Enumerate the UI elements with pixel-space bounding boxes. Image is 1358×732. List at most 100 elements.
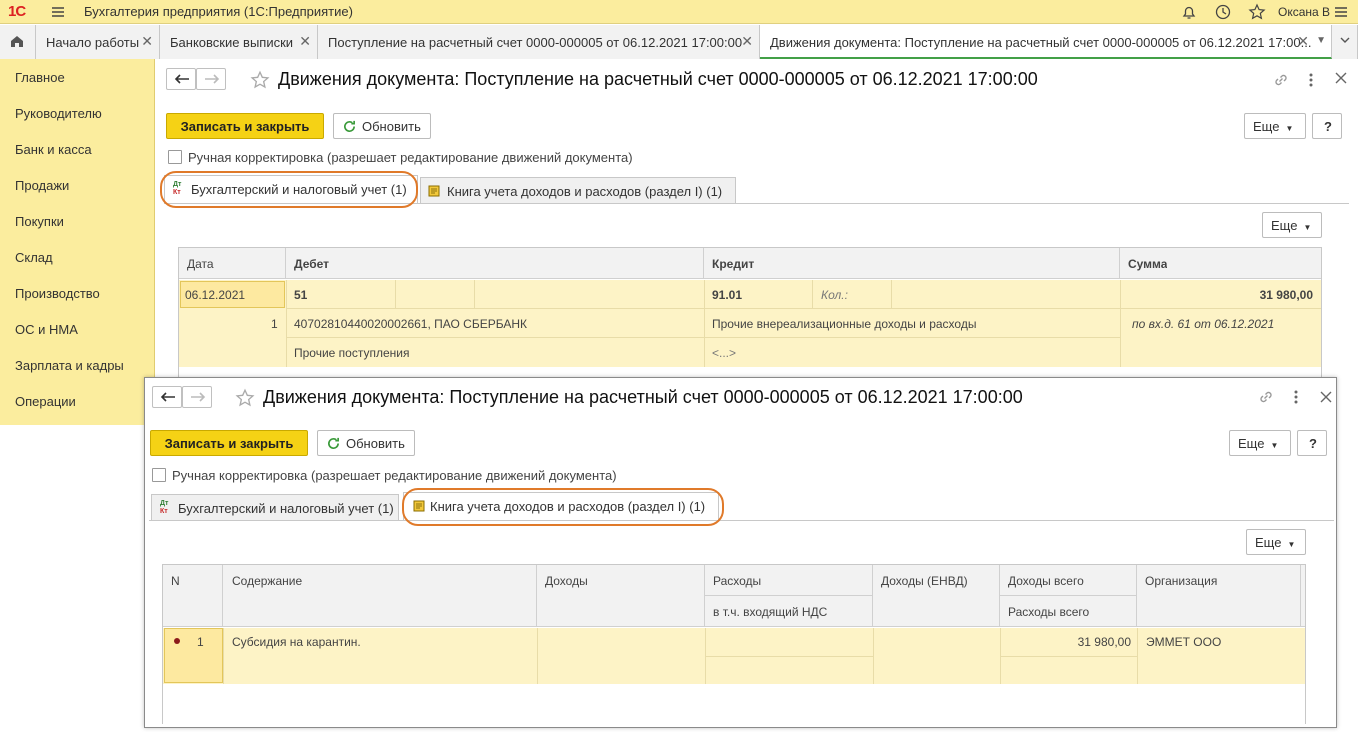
- link-icon[interactable]: [1257, 388, 1275, 406]
- tab-bank-statements[interactable]: Банковские выписки ✕: [160, 25, 318, 59]
- tab-document-movements[interactable]: Движения документа: Поступление на расче…: [760, 25, 1332, 59]
- manual-edit-label: Ручная корректировка (разрешает редактир…: [188, 150, 633, 165]
- sidebar-item-operations[interactable]: Операции: [15, 394, 76, 409]
- col-n[interactable]: N: [171, 574, 180, 588]
- col-line: [1137, 628, 1138, 684]
- col-organization[interactable]: Организация: [1145, 574, 1217, 588]
- col-line: [474, 280, 475, 308]
- link-icon[interactable]: [1272, 71, 1290, 89]
- sidebar-item-bank[interactable]: Банк и касса: [15, 142, 92, 157]
- favorites-star-icon[interactable]: [1248, 3, 1266, 21]
- credit-subconto-1[interactable]: Прочие внереализационные доходы и расход…: [712, 317, 976, 331]
- book-icon: [428, 185, 440, 197]
- sidebar-item-sales[interactable]: Продажи: [15, 178, 69, 193]
- col-line: [812, 280, 813, 308]
- more-label: Еще: [1271, 218, 1298, 233]
- col-line: [891, 280, 892, 308]
- tabs-list-button[interactable]: [1332, 25, 1358, 59]
- debit-account[interactable]: 51: [294, 288, 307, 302]
- more-vertical-icon[interactable]: [1308, 71, 1314, 89]
- close-icon[interactable]: ✕: [299, 33, 311, 50]
- menu-lines-icon[interactable]: [1332, 3, 1350, 21]
- form-window-income-book: Движения документа: Поступление на расче…: [144, 377, 1337, 728]
- sidebar-item-fixed-assets[interactable]: ОС и НМА: [15, 322, 78, 337]
- open-windows-tabbar: Начало работы ✕ Банковские выписки ✕ Посту…: [0, 25, 1358, 59]
- header-cell: [286, 248, 704, 279]
- sidebar-item-purchases[interactable]: Покупки: [15, 214, 64, 229]
- row-organization[interactable]: ЭММЕТ ООО: [1146, 635, 1221, 649]
- col-debit[interactable]: Дебет: [294, 257, 329, 271]
- col-income[interactable]: Доходы: [545, 574, 588, 588]
- col-vat[interactable]: в т.ч. входящий НДС: [713, 605, 827, 619]
- forward-button[interactable]: [196, 68, 226, 90]
- form-title: Движения документа: Поступление на расче…: [263, 387, 1023, 407]
- credit-subconto-2[interactable]: <...>: [712, 346, 736, 360]
- tab-accounting[interactable]: Дт Кт Бухгалтерский и налоговый учет (1): [151, 494, 399, 520]
- col-sum[interactable]: Сумма: [1128, 257, 1167, 271]
- more-button[interactable]: Еще ▼: [1229, 430, 1291, 456]
- save-and-close-button[interactable]: Записать и закрыть: [150, 430, 308, 456]
- row-income-total[interactable]: 31 980,00: [1041, 635, 1131, 649]
- sections-sidebar: Главное Руководителю Банк и касса Продаж…: [0, 59, 155, 425]
- refresh-label: Обновить: [346, 436, 405, 451]
- col-expenses-total[interactable]: Расходы всего: [1008, 605, 1089, 619]
- manual-edit-checkbox[interactable]: [152, 468, 166, 482]
- close-icon[interactable]: ✕: [141, 33, 153, 50]
- back-button[interactable]: [166, 68, 196, 90]
- col-content[interactable]: Содержание: [232, 574, 302, 588]
- home-tab[interactable]: [0, 25, 36, 59]
- history-icon[interactable]: [1214, 3, 1232, 21]
- help-button[interactable]: ?: [1312, 113, 1342, 139]
- close-icon[interactable]: ✕: [1297, 33, 1309, 50]
- col-date[interactable]: Дата: [187, 257, 214, 271]
- main-menu-icon[interactable]: [50, 4, 66, 20]
- more-button[interactable]: Еще ▼: [1244, 113, 1306, 139]
- more-vertical-icon[interactable]: [1293, 388, 1299, 406]
- col-credit[interactable]: Кредит: [712, 257, 754, 271]
- manual-edit-checkbox[interactable]: [168, 150, 182, 164]
- row-date[interactable]: 06.12.2021: [185, 288, 245, 302]
- sidebar-item-manager[interactable]: Руководителю: [15, 106, 102, 121]
- sidebar-item-payroll[interactable]: Зарплата и кадры: [15, 358, 124, 373]
- bell-icon[interactable]: [1180, 3, 1198, 21]
- debit-credit-icon: Дт Кт: [160, 500, 169, 515]
- grid-more-button[interactable]: Еще ▼: [1262, 212, 1322, 238]
- col-expenses[interactable]: Расходы: [713, 574, 761, 588]
- star-icon[interactable]: [235, 388, 255, 408]
- row-content[interactable]: Субсидия на карантин.: [232, 635, 361, 649]
- back-button[interactable]: [152, 386, 182, 408]
- close-icon[interactable]: [1334, 71, 1348, 85]
- form-title: Движения документа: Поступление на расче…: [278, 69, 1038, 89]
- help-button[interactable]: ?: [1297, 430, 1327, 456]
- header-cell: [1301, 565, 1305, 627]
- star-icon[interactable]: [250, 70, 270, 90]
- chevron-down-icon[interactable]: ▼: [1316, 35, 1326, 46]
- col-income-envd[interactable]: Доходы (ЕНВД): [881, 574, 968, 588]
- debit-subconto-1[interactable]: 40702810440020002661, ПАО СБЕРБАНК: [294, 317, 527, 331]
- tab-receipt-doc[interactable]: Поступление на расчетный счет 0000-00000…: [318, 25, 760, 59]
- chevron-down-icon: ▼: [1285, 124, 1294, 133]
- user-name[interactable]: Оксана В: [1278, 5, 1330, 19]
- sidebar-item-production[interactable]: Производство: [15, 286, 100, 301]
- save-and-close-button[interactable]: Записать и закрыть: [166, 113, 324, 139]
- grid-more-button[interactable]: Еще ▼: [1246, 529, 1306, 555]
- debit-subconto-2[interactable]: Прочие поступления: [294, 346, 409, 360]
- refresh-button[interactable]: Обновить: [333, 113, 431, 139]
- tab-start[interactable]: Начало работы ✕: [36, 25, 160, 59]
- manual-edit-label: Ручная корректировка (разрешает редактир…: [172, 468, 617, 483]
- col-income-total[interactable]: Доходы всего: [1008, 574, 1084, 588]
- row-sum[interactable]: 31 980,00: [1260, 288, 1313, 302]
- refresh-button[interactable]: Обновить: [317, 430, 415, 456]
- sidebar-item-main[interactable]: Главное: [15, 70, 65, 85]
- row-line: [705, 656, 873, 657]
- credit-account[interactable]: 91.01: [712, 288, 742, 302]
- income-book-table: N Содержание Доходы Расходы в т.ч. входя…: [162, 564, 1306, 724]
- forward-button[interactable]: [182, 386, 212, 408]
- sum-note: по вх.д. 61 от 06.12.2021: [1132, 317, 1275, 331]
- close-icon[interactable]: ✕: [741, 33, 753, 50]
- sidebar-item-warehouse[interactable]: Склад: [15, 250, 53, 265]
- tab-label: Движения документа: Поступление на расче…: [770, 35, 1312, 50]
- tab-income-book[interactable]: Книга учета доходов и расходов (раздел I…: [420, 177, 736, 203]
- close-icon[interactable]: [1319, 390, 1333, 404]
- app-logo: 1С: [8, 3, 26, 20]
